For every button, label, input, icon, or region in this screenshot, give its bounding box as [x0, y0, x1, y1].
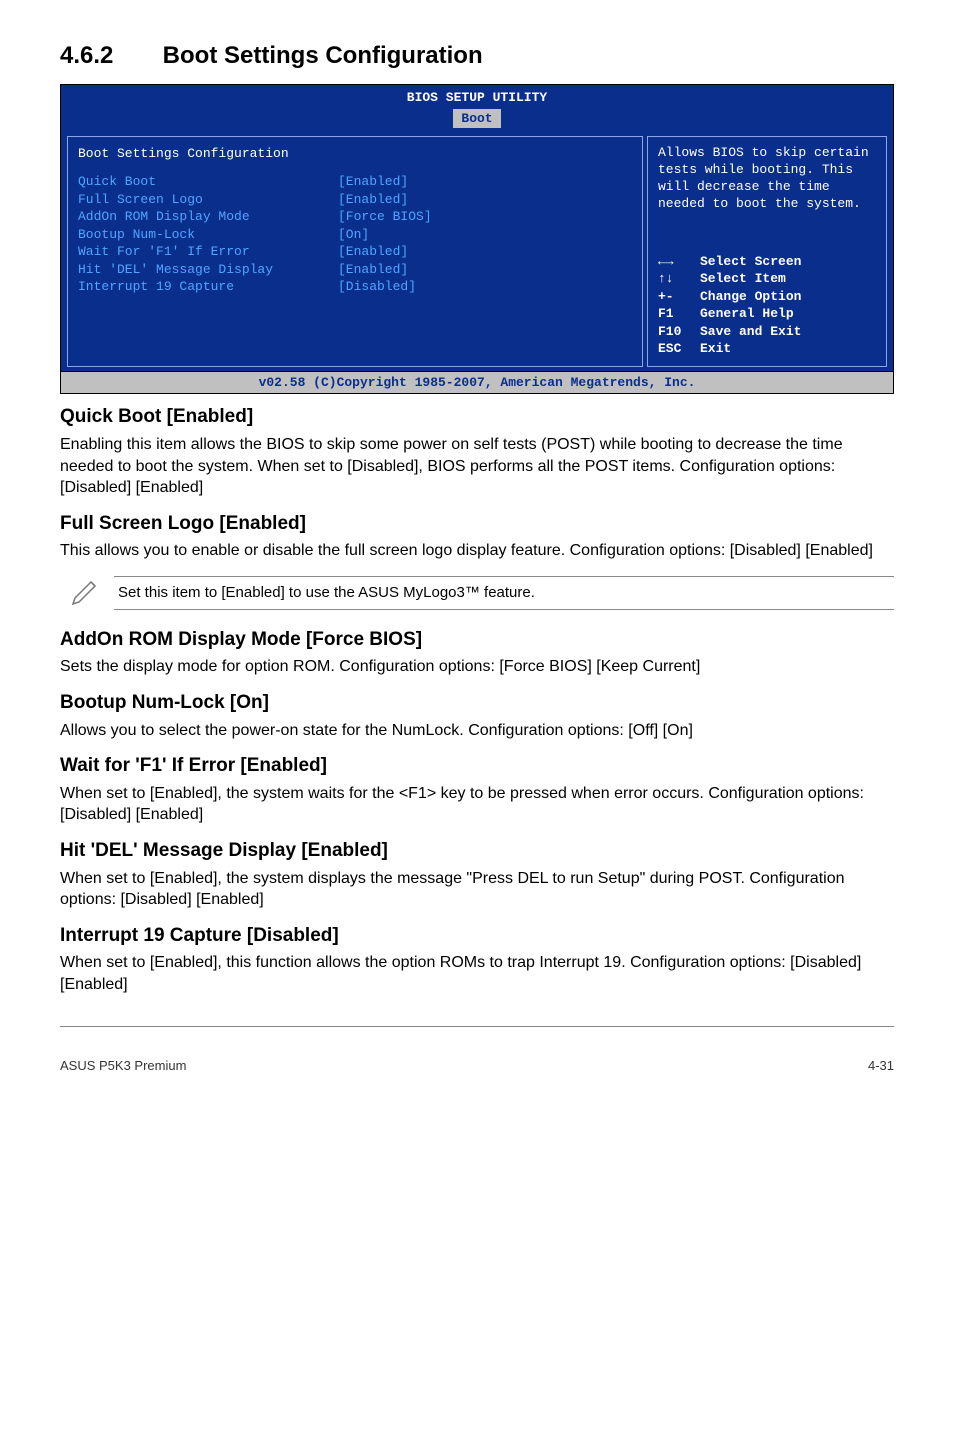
section-number: 4.6.2	[60, 40, 156, 72]
bios-item-label: Wait For 'F1' If Error	[78, 243, 338, 261]
paragraph: When set to [Enabled], the system waits …	[60, 783, 894, 826]
subheading-interrupt-19: Interrupt 19 Capture [Disabled]	[60, 923, 894, 949]
bios-panel-heading: Boot Settings Configuration	[78, 145, 632, 163]
subheading-quick-boot: Quick Boot [Enabled]	[60, 404, 894, 430]
bios-key-desc: Change Option	[700, 288, 801, 306]
bios-item-label: AddOn ROM Display Mode	[78, 208, 338, 226]
bios-key: F10	[658, 323, 700, 341]
bios-key: F1	[658, 305, 700, 323]
bios-item-value: [On]	[338, 226, 369, 244]
bios-key-desc: Select Screen	[700, 253, 801, 271]
subheading-wait-f1: Wait for 'F1' If Error [Enabled]	[60, 753, 894, 779]
paragraph: When set to [Enabled], this function all…	[60, 952, 894, 995]
bios-item-label: Quick Boot	[78, 173, 338, 191]
bios-key-legend: ←→Select Screen ↑↓Select Item +-Change O…	[658, 253, 876, 358]
bios-key-desc: General Help	[700, 305, 794, 323]
bios-key-desc: Exit	[700, 340, 731, 358]
bios-item-label: Hit 'DEL' Message Display	[78, 261, 338, 279]
paragraph: When set to [Enabled], the system displa…	[60, 868, 894, 911]
subheading-addon-rom: AddOn ROM Display Mode [Force BIOS]	[60, 627, 894, 653]
bios-item-value: [Force BIOS]	[338, 208, 432, 226]
bios-item[interactable]: Interrupt 19 Capture[Disabled]	[78, 278, 632, 296]
bios-window: BIOS SETUP UTILITY Boot Boot Settings Co…	[60, 84, 894, 394]
paragraph: Allows you to select the power-on state …	[60, 720, 894, 742]
bios-help-panel: Allows BIOS to skip certain tests while …	[647, 136, 887, 366]
bios-item-label: Interrupt 19 Capture	[78, 278, 338, 296]
pencil-icon	[60, 574, 114, 613]
subheading-full-screen-logo: Full Screen Logo [Enabled]	[60, 511, 894, 537]
paragraph: Sets the display mode for option ROM. Co…	[60, 656, 894, 678]
bios-copyright: v02.58 (C)Copyright 1985-2007, American …	[61, 371, 893, 394]
bios-help-text: Allows BIOS to skip certain tests while …	[658, 145, 876, 213]
bios-item[interactable]: Bootup Num-Lock[On]	[78, 226, 632, 244]
note-callout: Set this item to [Enabled] to use the AS…	[60, 574, 894, 613]
bios-item-value: [Enabled]	[338, 191, 408, 209]
bios-tab-bar: Boot	[61, 109, 893, 133]
bios-title: BIOS SETUP UTILITY	[61, 85, 893, 109]
bios-key: +-	[658, 288, 700, 306]
page-footer: ASUS P5K3 Premium 4-31	[60, 1057, 894, 1075]
bios-item-value: [Enabled]	[338, 173, 408, 191]
bios-item[interactable]: Hit 'DEL' Message Display[Enabled]	[78, 261, 632, 279]
note-text: Set this item to [Enabled] to use the AS…	[114, 576, 894, 610]
subheading-numlock: Bootup Num-Lock [On]	[60, 690, 894, 716]
section-heading: 4.6.2 Boot Settings Configuration	[60, 40, 894, 72]
paragraph: Enabling this item allows the BIOS to sk…	[60, 434, 894, 499]
bios-item-value: [Disabled]	[338, 278, 416, 296]
paragraph: This allows you to enable or disable the…	[60, 540, 894, 562]
bios-item[interactable]: Quick Boot[Enabled]	[78, 173, 632, 191]
bios-key-desc: Save and Exit	[700, 323, 801, 341]
bios-key: ESC	[658, 340, 700, 358]
bios-key-desc: Select Item	[700, 270, 786, 288]
bios-key: ←→	[658, 253, 700, 271]
subheading-hit-del: Hit 'DEL' Message Display [Enabled]	[60, 838, 894, 864]
bios-item-value: [Enabled]	[338, 243, 408, 261]
bios-item-label: Bootup Num-Lock	[78, 226, 338, 244]
footer-product: ASUS P5K3 Premium	[60, 1057, 186, 1075]
footer-divider	[60, 1026, 894, 1027]
bios-key: ↑↓	[658, 270, 700, 288]
section-title-text: Boot Settings Configuration	[163, 42, 483, 69]
bios-item[interactable]: AddOn ROM Display Mode[Force BIOS]	[78, 208, 632, 226]
bios-item-label: Full Screen Logo	[78, 191, 338, 209]
bios-settings-panel: Boot Settings Configuration Quick Boot[E…	[67, 136, 643, 366]
footer-page-number: 4-31	[868, 1057, 894, 1075]
bios-active-tab[interactable]: Boot	[453, 109, 500, 129]
bios-item[interactable]: Wait For 'F1' If Error[Enabled]	[78, 243, 632, 261]
bios-item[interactable]: Full Screen Logo[Enabled]	[78, 191, 632, 209]
bios-item-value: [Enabled]	[338, 261, 408, 279]
